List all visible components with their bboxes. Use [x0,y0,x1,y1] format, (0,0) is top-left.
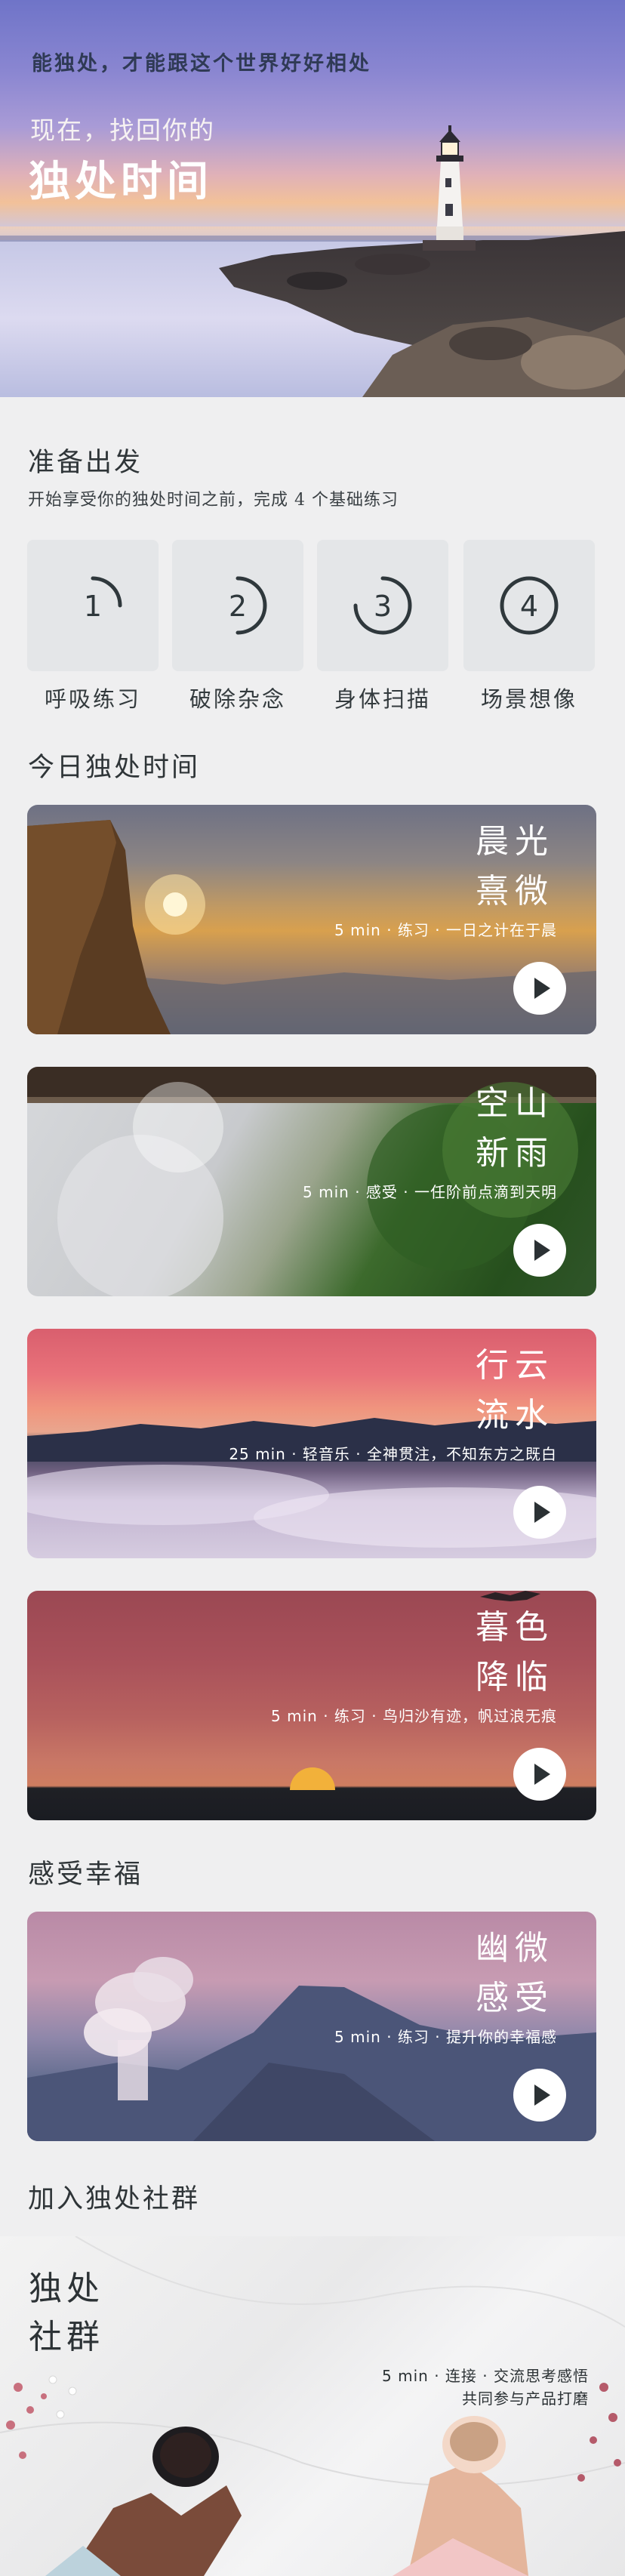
card-morning-title-line2: 熹微 [476,872,554,911]
card-rain-title: 空山 新雨 [476,1079,554,1179]
play-icon[interactable] [513,962,566,1015]
step-2-progress-icon: 2 [229,576,267,635]
card-rain-title-line1: 空山 [476,1084,554,1123]
card-dusk[interactable]: 暮色 降临 5 min · 练习 · 鸟归沙有迹，帆过浪无痕 [27,1591,596,1820]
play-icon[interactable] [513,1486,566,1539]
card-clouds-title-line1: 行云 [476,1346,554,1385]
community-banner[interactable]: 独处 社群 5 min · 连接 · 交流思考感悟 共同参与产品打磨 [0,2236,625,2576]
card-clouds-meta: 25 min · 轻音乐 · 全神贯注，不知东方之既白 [229,1445,557,1463]
community-title: 加入独处社群 [28,2184,201,2214]
hero-subtitle: 现在，找回你的 [30,116,215,145]
svg-text:3: 3 [374,590,392,623]
prepare-title: 准备出发 [28,448,143,478]
hero-title: 独处时间 [29,156,214,205]
card-subtle-title-line1: 幽微 [476,1929,554,1967]
step-label-breathing: 呼吸练习 [44,686,141,712]
step-3-progress-icon: 3 [353,576,412,635]
step-4-progress-icon: 4 [500,576,559,635]
card-rain-meta: 5 min · 感受 · 一任阶前点滴到天明 [303,1183,557,1201]
card-dusk-title-line2: 降临 [476,1658,554,1696]
step-label-clear-mind: 破除杂念 [189,686,286,712]
play-icon[interactable] [513,1748,566,1801]
play-icon[interactable] [513,2069,566,2122]
community-meta-line2: 共同参与产品打磨 [462,2390,589,2408]
community-title-line2: 社群 [29,2318,104,2356]
svg-text:2: 2 [229,590,247,623]
community-meta-line1: 5 min · 连接 · 交流思考感悟 [382,2367,589,2385]
card-subtle-title: 幽微 感受 [476,1924,554,2023]
card-subtle-meta: 5 min · 练习 · 提升你的幸福感 [334,2028,557,2046]
step-1-progress-icon: 1 [84,576,122,623]
card-morning-title-line1: 晨光 [476,822,554,861]
community-title-line1: 独处 [29,2269,104,2308]
today-title: 今日独处时间 [28,753,201,783]
happiness-title: 感受幸福 [28,1860,143,1890]
hero-banner: 能独处，才能跟这个世界好好相处 现在，找回你的 独处时间 [0,0,625,397]
card-clouds-title: 行云 流水 [476,1341,554,1441]
svg-text:1: 1 [84,590,102,623]
community-card-title: 独处 社群 [29,2265,104,2362]
card-rain-title-line2: 新雨 [476,1134,554,1172]
card-mountain-rain[interactable]: 空山 新雨 5 min · 感受 · 一任阶前点滴到天明 [27,1067,596,1296]
community-meta: 5 min · 连接 · 交流思考感悟 共同参与产品打磨 [382,2365,589,2410]
card-dusk-title-line1: 暮色 [476,1608,554,1647]
prepare-description: 开始享受你的独处时间之前，完成 4 个基础练习 [28,491,399,510]
step-scene-imagine[interactable]: 4 [463,540,595,671]
card-floating-clouds[interactable]: 行云 流水 25 min · 轻音乐 · 全神贯注，不知东方之既白 [27,1329,596,1558]
card-morning-meta: 5 min · 练习 · 一日之计在于晨 [334,921,557,939]
step-breathing[interactable]: 1 [27,540,159,671]
card-morning-title: 晨光 熹微 [476,817,554,917]
card-morning-light[interactable]: 晨光 熹微 5 min · 练习 · 一日之计在于晨 [27,805,596,1034]
card-dusk-title: 暮色 降临 [476,1603,554,1702]
step-label-scene-imagine: 场景想像 [480,686,577,712]
card-clouds-title-line2: 流水 [476,1396,554,1434]
step-label-body-scan: 身体扫描 [334,686,431,712]
play-icon[interactable] [513,1224,566,1277]
hero-quote: 能独处，才能跟这个世界好好相处 [32,52,371,75]
card-subtle-feeling[interactable]: 幽微 感受 5 min · 练习 · 提升你的幸福感 [27,1912,596,2141]
card-subtle-title-line2: 感受 [476,1979,554,2017]
step-body-scan[interactable]: 3 [317,540,448,671]
svg-text:4: 4 [520,590,538,623]
step-clear-mind[interactable]: 2 [172,540,303,671]
card-dusk-meta: 5 min · 练习 · 鸟归沙有迹，帆过浪无痕 [271,1707,557,1725]
